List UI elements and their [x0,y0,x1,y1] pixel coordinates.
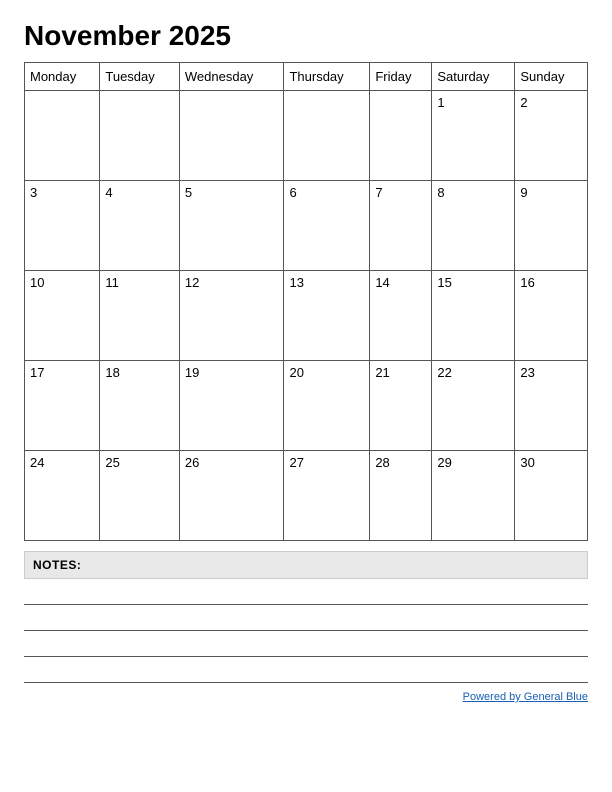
calendar-day-cell: 18 [100,361,180,451]
calendar-day-cell: 5 [179,181,284,271]
notes-line-4 [24,657,588,683]
notes-line-3 [24,631,588,657]
day-number: 20 [289,365,303,380]
calendar-header-monday: Monday [25,63,100,91]
calendar-day-cell: 1 [432,91,515,181]
day-number: 15 [437,275,451,290]
powered-by: Powered by General Blue [24,691,588,703]
day-number: 22 [437,365,451,380]
calendar-day-cell: 15 [432,271,515,361]
day-number: 13 [289,275,303,290]
page-title: November 2025 [24,20,588,52]
calendar-day-cell: 30 [515,451,588,541]
calendar-day-cell: 21 [370,361,432,451]
calendar-day-cell: 23 [515,361,588,451]
calendar-week-row: 17 18 19 20 21 22 23 [25,361,588,451]
calendar-day-cell [284,91,370,181]
calendar-day-cell: 9 [515,181,588,271]
calendar-week-row: 10 11 12 13 14 15 16 [25,271,588,361]
day-number: 5 [185,185,192,200]
day-number: 21 [375,365,389,380]
powered-by-link[interactable]: Powered by General Blue [463,691,588,703]
day-number: 7 [375,185,382,200]
calendar-day-cell: 8 [432,181,515,271]
calendar-day-cell: 6 [284,181,370,271]
day-number: 8 [437,185,444,200]
calendar-day-cell: 10 [25,271,100,361]
calendar-day-cell: 28 [370,451,432,541]
calendar-week-row: 3 4 5 6 7 8 9 [25,181,588,271]
calendar-day-cell: 12 [179,271,284,361]
calendar-day-cell: 14 [370,271,432,361]
day-number: 18 [105,365,119,380]
calendar-day-cell: 16 [515,271,588,361]
calendar-header-tuesday: Tuesday [100,63,180,91]
day-number: 29 [437,455,451,470]
calendar-day-cell: 11 [100,271,180,361]
day-number: 17 [30,365,44,380]
calendar-header-thursday: Thursday [284,63,370,91]
calendar-day-cell: 24 [25,451,100,541]
calendar-day-cell: 22 [432,361,515,451]
calendar-header-wednesday: Wednesday [179,63,284,91]
calendar-header-sunday: Sunday [515,63,588,91]
calendar-day-cell: 2 [515,91,588,181]
day-number: 11 [105,275,119,290]
calendar-day-cell: 17 [25,361,100,451]
calendar-day-cell [179,91,284,181]
calendar-header-saturday: Saturday [432,63,515,91]
calendar-day-cell: 3 [25,181,100,271]
calendar-day-cell [100,91,180,181]
day-number: 23 [520,365,534,380]
day-number: 26 [185,455,199,470]
notes-label: NOTES: [24,551,588,579]
day-number: 9 [520,185,527,200]
notes-line-1 [24,579,588,605]
calendar-day-cell: 19 [179,361,284,451]
calendar-day-cell: 29 [432,451,515,541]
calendar-day-cell [25,91,100,181]
calendar-day-cell: 26 [179,451,284,541]
calendar-table: MondayTuesdayWednesdayThursdayFridaySatu… [24,62,588,541]
day-number: 1 [437,95,444,110]
notes-line-2 [24,605,588,631]
calendar-day-cell: 20 [284,361,370,451]
day-number: 2 [520,95,527,110]
calendar-day-cell: 7 [370,181,432,271]
day-number: 10 [30,275,44,290]
day-number: 27 [289,455,303,470]
day-number: 3 [30,185,37,200]
day-number: 25 [105,455,119,470]
day-number: 14 [375,275,389,290]
calendar-day-cell: 4 [100,181,180,271]
calendar-day-cell: 27 [284,451,370,541]
notes-section: NOTES: [24,551,588,683]
calendar-day-cell: 13 [284,271,370,361]
calendar-day-cell: 25 [100,451,180,541]
day-number: 6 [289,185,296,200]
calendar-day-cell [370,91,432,181]
calendar-week-row: 24 25 26 27 28 29 30 [25,451,588,541]
day-number: 30 [520,455,534,470]
calendar-week-row: 12 [25,91,588,181]
day-number: 12 [185,275,199,290]
day-number: 19 [185,365,199,380]
day-number: 16 [520,275,534,290]
calendar-header-friday: Friday [370,63,432,91]
day-number: 4 [105,185,112,200]
day-number: 24 [30,455,44,470]
calendar-header-row: MondayTuesdayWednesdayThursdayFridaySatu… [25,63,588,91]
day-number: 28 [375,455,389,470]
